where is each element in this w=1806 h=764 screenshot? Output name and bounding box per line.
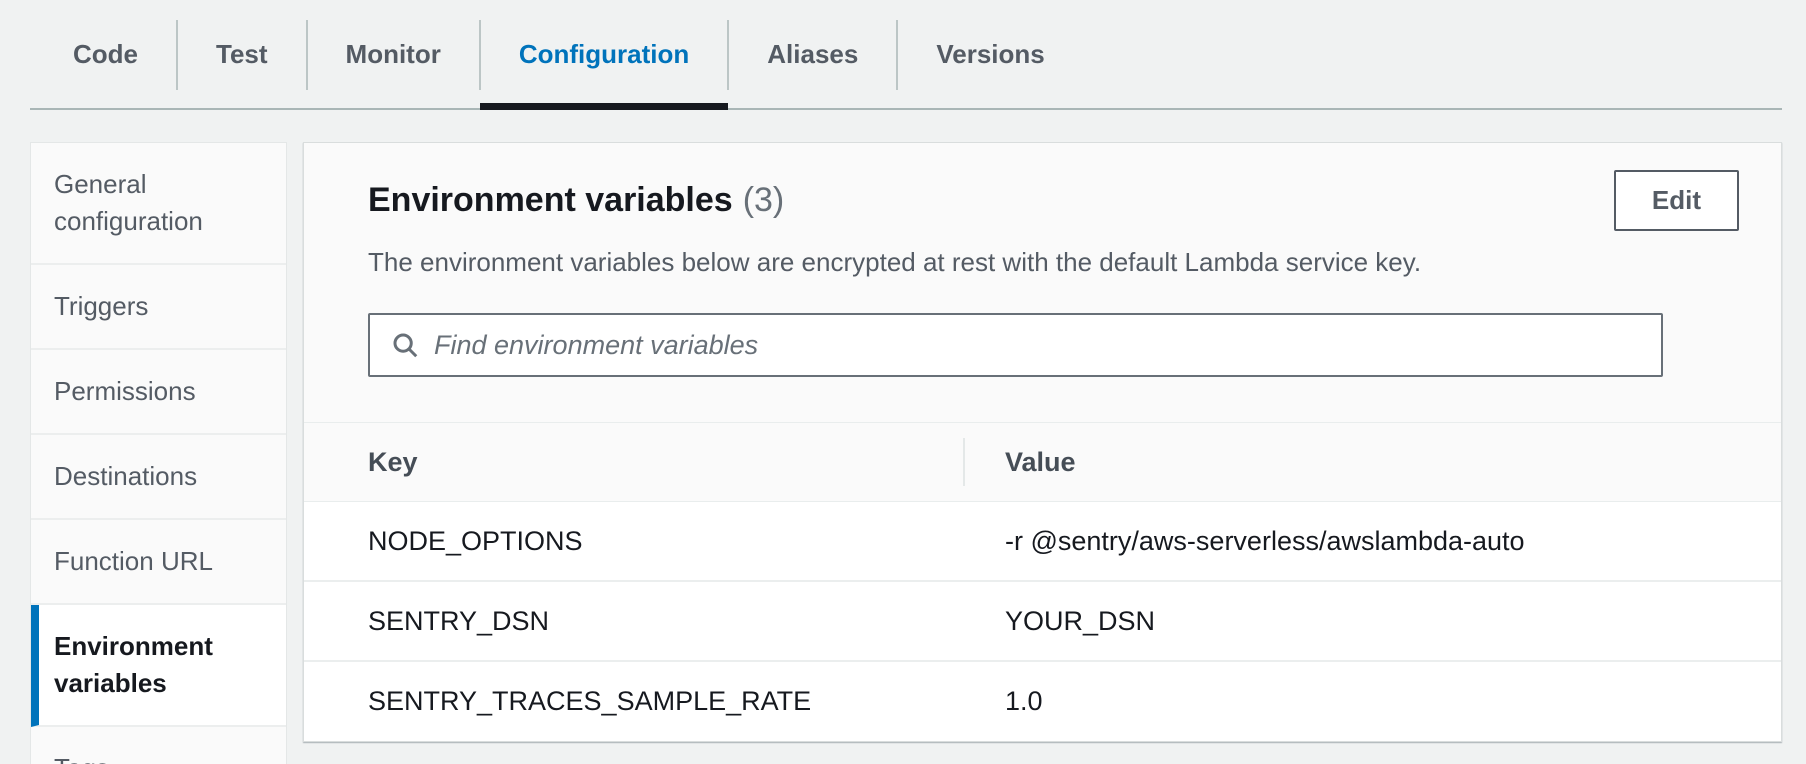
table-row: SENTRY_TRACES_SAMPLE_RATE 1.0 [304, 662, 1781, 741]
lambda-configuration-page: Code Test Monitor Configuration Aliases … [0, 0, 1806, 764]
table-header-row: Key Value [304, 422, 1781, 502]
environment-variables-panel: Environment variables(3) Edit The enviro… [303, 142, 1782, 742]
variables-count: (3) [743, 181, 785, 219]
configuration-sidebar: General configuration Triggers Permissio… [30, 142, 287, 764]
sidebar-item-triggers[interactable]: Triggers [31, 265, 286, 350]
tab-configuration[interactable]: Configuration [480, 0, 728, 108]
sidebar-item-tags[interactable]: Tags [31, 727, 286, 764]
search-box [368, 313, 1663, 377]
environment-variables-table: Key Value NODE_OPTIONS -r @sentry/aws-se… [304, 422, 1781, 741]
env-var-key: SENTRY_TRACES_SAMPLE_RATE [304, 686, 963, 717]
column-header-value: Value [963, 447, 1781, 478]
search-icon [390, 330, 420, 360]
panel-header: Environment variables(3) Edit The enviro… [304, 143, 1781, 422]
env-var-value: -r @sentry/aws-serverless/awslambda-auto [963, 526, 1781, 557]
tab-test[interactable]: Test [177, 0, 307, 108]
env-var-key: SENTRY_DSN [304, 606, 963, 637]
search-input[interactable] [420, 315, 1661, 375]
panel-description: The environment variables below are encr… [368, 247, 1739, 277]
column-header-key: Key [304, 447, 963, 478]
edit-button[interactable]: Edit [1614, 170, 1739, 231]
table-row: NODE_OPTIONS -r @sentry/aws-serverless/a… [304, 502, 1781, 582]
env-var-value: YOUR_DSN [963, 606, 1781, 637]
panel-title: Environment variables(3) [368, 181, 784, 220]
sidebar-item-environment-variables[interactable]: Environment variables [31, 605, 286, 727]
function-tab-bar: Code Test Monitor Configuration Aliases … [30, 0, 1782, 110]
column-divider [963, 438, 965, 486]
tab-list: Code Test Monitor Configuration Aliases … [34, 0, 1782, 108]
tab-aliases[interactable]: Aliases [728, 0, 897, 108]
tab-code[interactable]: Code [34, 0, 177, 108]
sidebar-item-destinations[interactable]: Destinations [31, 435, 286, 520]
env-var-key: NODE_OPTIONS [304, 526, 963, 557]
env-var-value: 1.0 [963, 686, 1781, 717]
table-row: SENTRY_DSN YOUR_DSN [304, 582, 1781, 662]
tab-versions[interactable]: Versions [897, 0, 1083, 108]
sidebar-item-function-url[interactable]: Function URL [31, 520, 286, 605]
sidebar-item-general-configuration[interactable]: General configuration [31, 143, 286, 265]
tab-monitor[interactable]: Monitor [307, 0, 480, 108]
sidebar-item-permissions[interactable]: Permissions [31, 350, 286, 435]
content-area: General configuration Triggers Permissio… [30, 142, 1782, 764]
